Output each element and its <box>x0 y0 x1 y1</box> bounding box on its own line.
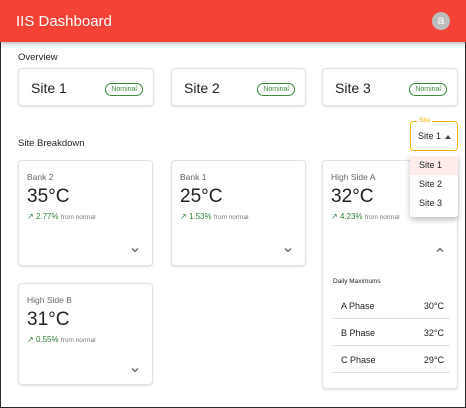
phase-row-c: C Phase 29°C <box>333 346 450 373</box>
trend-value: 1.53% <box>188 212 212 221</box>
chevron-down-icon[interactable] <box>283 245 293 255</box>
trend-indicator: ↗ 0.55% from normal <box>27 335 96 344</box>
trend-value: 2.77% <box>35 212 59 221</box>
card-title: Bank 1 <box>180 172 207 182</box>
trend-indicator: ↗ 1.53% from normal <box>180 212 249 221</box>
trend-value: 0.55% <box>35 335 59 344</box>
phase-row-a: A Phase 30°C <box>333 292 450 319</box>
site-name: Site 2 <box>184 80 220 96</box>
trend-note: from normal <box>60 214 96 221</box>
overview-card-site-3[interactable]: Site 3 Nominal <box>322 68 458 106</box>
chevron-up-icon[interactable] <box>435 245 445 255</box>
trend-note: from normal <box>364 214 400 221</box>
status-badge: Nominal <box>105 83 143 96</box>
app-bar: IIS Dashboard a <box>0 0 466 42</box>
avatar[interactable]: a <box>432 12 450 30</box>
trend-indicator: ↗ 4.23% from normal <box>331 212 400 221</box>
site-name: Site 1 <box>31 80 67 96</box>
site-name: Site 3 <box>335 80 371 96</box>
site-select-label: Site <box>417 117 433 125</box>
overview-card-site-1[interactable]: Site 1 Nominal <box>18 68 154 106</box>
app-title: IIS Dashboard <box>16 13 112 30</box>
trend-note: from normal <box>60 337 96 344</box>
phase-value: 30°C <box>423 301 444 311</box>
trending-up-icon: ↗ <box>27 212 34 221</box>
trending-up-icon: ↗ <box>331 212 338 221</box>
status-badge: Nominal <box>409 83 447 96</box>
card-title: High Side A <box>331 172 376 182</box>
temperature-value: 31°C <box>27 309 70 330</box>
site-option-2[interactable]: Site 2 <box>410 175 458 194</box>
trend-indicator: ↗ 2.77% from normal <box>27 212 96 221</box>
caret-up-icon <box>445 135 451 139</box>
breakdown-card-high-side-b: High Side B 31°C ↗ 0.55% from normal <box>18 283 153 385</box>
phase-value: 29°C <box>423 355 444 365</box>
site-select-value: Site 1 <box>418 131 442 141</box>
temperature-value: 25°C <box>180 186 223 207</box>
phase-label: B Phase <box>341 328 376 338</box>
phase-label: A Phase <box>341 301 375 311</box>
trend-note: from normal <box>213 214 249 221</box>
trending-up-icon: ↗ <box>180 212 187 221</box>
temperature-value: 32°C <box>331 186 374 207</box>
phase-value: 32°C <box>423 328 444 338</box>
chevron-down-icon[interactable] <box>130 365 140 375</box>
breakdown-card-bank-1: Bank 1 25°C ↗ 1.53% from normal <box>171 160 306 266</box>
site-select-menu: Site 1 Site 2 Site 3 <box>410 153 458 217</box>
site-option-1[interactable]: Site 1 <box>410 156 458 175</box>
card-title: Bank 2 <box>27 172 54 182</box>
phase-label: C Phase <box>341 355 376 365</box>
overview-card-site-2[interactable]: Site 2 Nominal <box>171 68 306 106</box>
breakdown-card-bank-2: Bank 2 35°C ↗ 2.77% from normal <box>18 160 153 266</box>
trend-value: 4.23% <box>339 212 363 221</box>
status-badge: Nominal <box>257 83 295 96</box>
site-option-3[interactable]: Site 3 <box>410 194 458 213</box>
overview-heading: Overview <box>18 52 58 63</box>
trending-up-icon: ↗ <box>27 335 34 344</box>
temperature-value: 35°C <box>27 186 70 207</box>
daily-maximums-title: Daily Maximums <box>333 278 381 285</box>
card-title: High Side B <box>27 295 72 305</box>
chevron-down-icon[interactable] <box>130 245 140 255</box>
site-select[interactable]: Site Site 1 <box>410 117 458 151</box>
site-breakdown-heading: Site Breakdown <box>18 138 85 149</box>
phase-row-b: B Phase 32°C <box>333 319 450 346</box>
